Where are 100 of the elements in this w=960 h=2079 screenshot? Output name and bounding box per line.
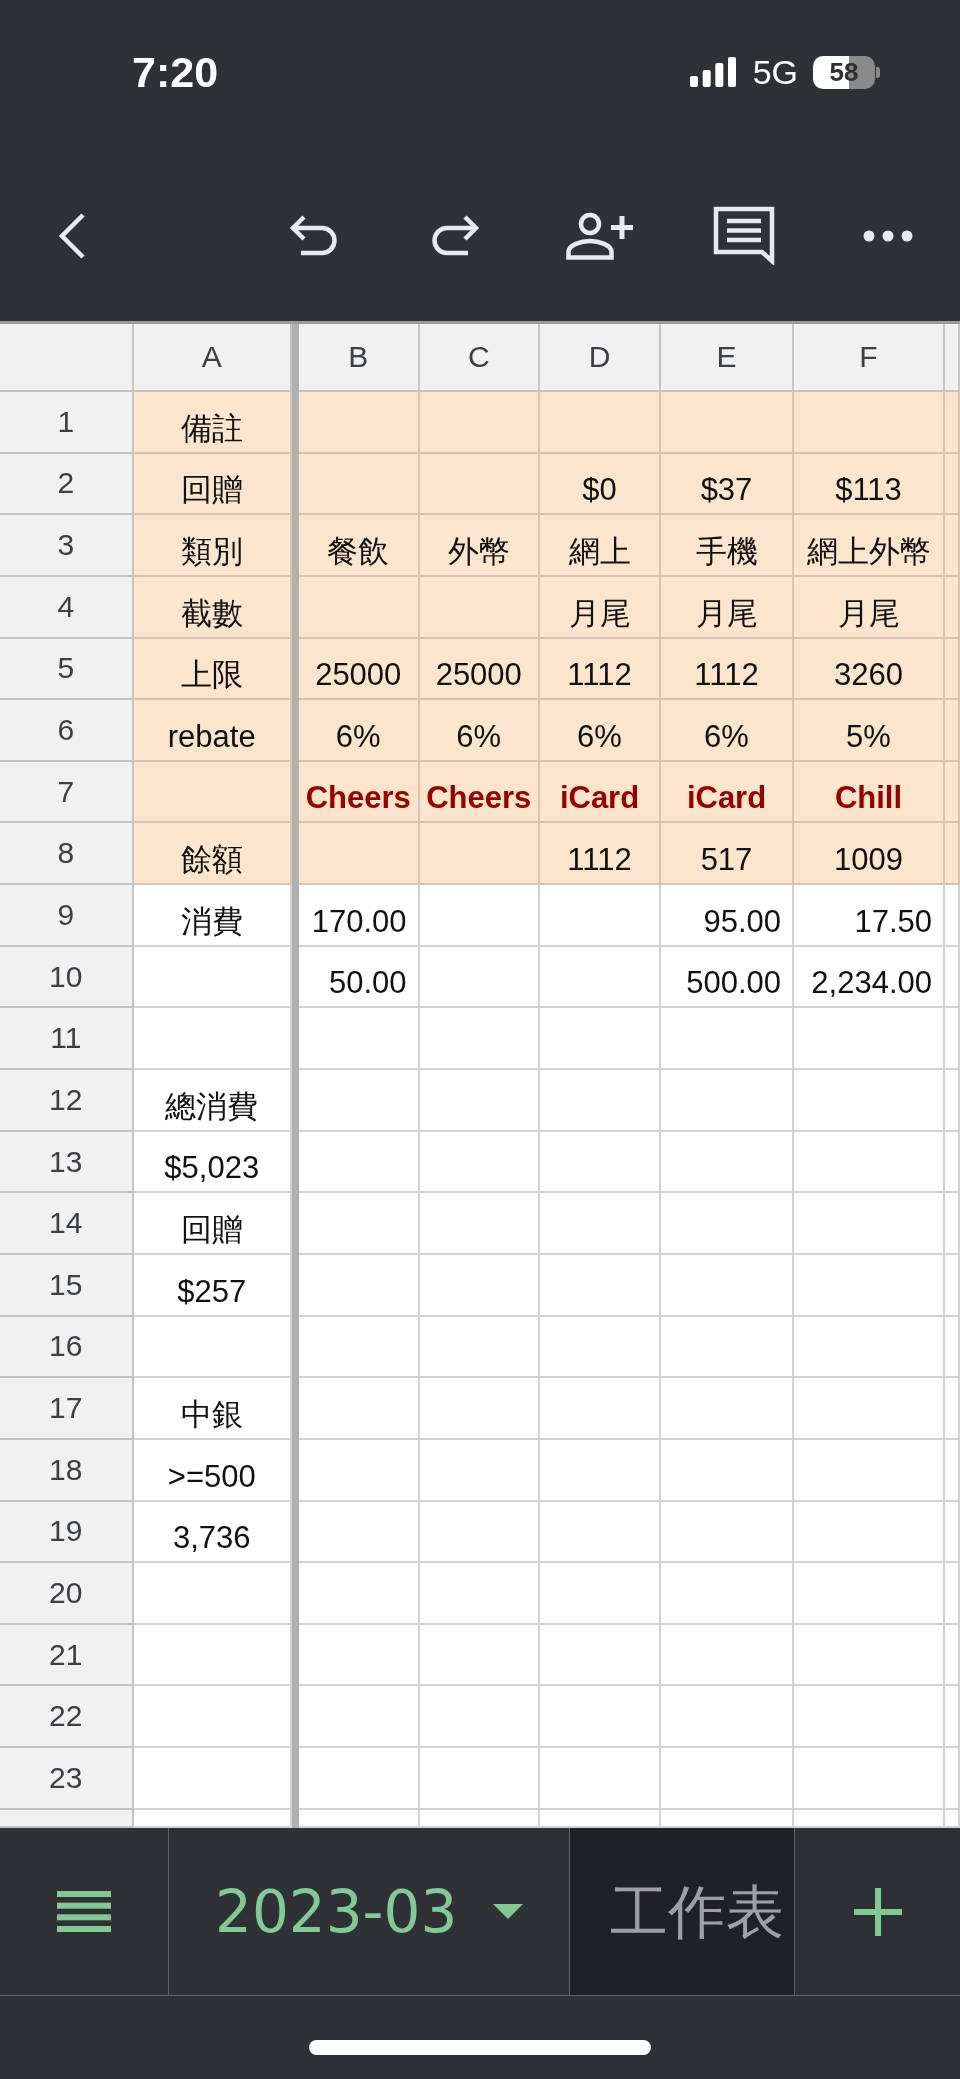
table-cell[interactable] [661,1439,794,1502]
table-cell[interactable]: 2,234.00 [794,946,945,1009]
table-cell[interactable] [540,1439,661,1502]
table-cell[interactable] [661,1563,794,1625]
table-cell[interactable] [794,1070,945,1132]
column-header[interactable]: E [661,324,794,392]
row-header[interactable]: 18 [0,1439,134,1502]
row-header[interactable]: 12 [0,1070,134,1132]
table-cell[interactable] [945,1316,960,1379]
table-cell[interactable] [661,1316,794,1379]
table-cell[interactable] [945,885,960,947]
table-cell[interactable]: $113 [794,453,945,516]
table-cell[interactable] [419,1501,540,1564]
table-cell[interactable] [794,1193,945,1255]
table-cell[interactable] [299,1624,420,1687]
table-cell[interactable]: 備註 [133,392,292,454]
table-cell[interactable] [540,1748,661,1810]
table-cell[interactable] [540,1070,661,1132]
table-cell[interactable] [794,1439,945,1502]
chevron-left-icon[interactable] [58,212,86,259]
row-header[interactable]: 1 [0,392,134,454]
table-cell[interactable] [945,1193,960,1255]
table-cell[interactable]: 網上外幣 [794,515,945,577]
table-cell[interactable] [945,453,960,516]
table-cell[interactable] [419,576,540,639]
plus-icon[interactable] [853,1887,902,1936]
table-cell[interactable] [661,1748,794,1810]
table-cell[interactable] [299,1563,420,1625]
table-cell[interactable]: rebate [133,700,292,762]
table-cell[interactable] [794,1748,945,1810]
table-cell[interactable] [419,1008,540,1071]
table-cell[interactable]: 外幣 [419,515,540,577]
table-cell[interactable] [133,761,292,824]
table-cell[interactable] [133,946,292,1009]
table-cell[interactable] [661,1254,794,1317]
table-cell[interactable]: 截數 [133,576,292,639]
table-cell[interactable]: $257 [133,1254,292,1317]
table-cell[interactable]: 6% [661,700,794,762]
table-cell[interactable] [540,1193,661,1255]
table-cell[interactable]: 月尾 [540,576,661,639]
table-cell[interactable] [794,1686,945,1749]
table-cell[interactable]: 手機 [661,515,794,577]
row-header[interactable]: 6 [0,700,134,762]
table-cell[interactable] [945,576,960,639]
table-cell[interactable] [540,1378,661,1440]
table-cell[interactable] [794,392,945,454]
redo-icon[interactable] [431,213,481,258]
table-cell[interactable] [299,392,420,454]
table-cell[interactable]: 6% [419,700,540,762]
table-cell[interactable] [794,1501,945,1564]
sheet-tab[interactable]: 工作表 [570,1828,796,1995]
table-cell[interactable] [661,1501,794,1564]
table-cell[interactable]: 1112 [661,638,794,701]
table-cell[interactable] [299,1131,420,1194]
table-cell[interactable] [299,1748,420,1810]
table-cell[interactable] [299,1686,420,1749]
row-header[interactable]: 19 [0,1501,134,1564]
column-header[interactable]: C [419,324,540,392]
column-header[interactable]: B [299,324,420,392]
table-cell[interactable]: 總消費 [133,1070,292,1132]
table-cell[interactable] [540,392,661,454]
table-cell[interactable] [133,1008,292,1071]
table-cell[interactable] [299,453,420,516]
column-header[interactable] [945,324,960,392]
row-header[interactable]: 22 [0,1686,134,1749]
table-cell[interactable] [133,1686,292,1749]
row-header[interactable]: 5 [0,638,134,701]
table-cell[interactable] [945,1439,960,1502]
row-header[interactable]: 13 [0,1131,134,1194]
row-header[interactable]: 8 [0,823,134,886]
table-cell[interactable] [299,1378,420,1440]
table-cell[interactable] [661,1686,794,1749]
table-cell[interactable] [945,761,960,824]
column-header[interactable]: A [133,324,292,392]
row-header[interactable]: 23 [0,1748,134,1810]
table-cell[interactable]: 月尾 [661,576,794,639]
table-cell[interactable] [540,1131,661,1194]
table-cell[interactable]: 5% [794,700,945,762]
table-cell[interactable] [794,1131,945,1194]
table-cell[interactable] [945,392,960,454]
table-cell[interactable]: 中銀 [133,1378,292,1440]
table-cell[interactable]: 517 [661,823,794,886]
table-cell[interactable]: 6% [540,700,661,762]
table-cell[interactable]: $5,023 [133,1131,292,1194]
table-cell[interactable] [133,1563,292,1625]
table-cell[interactable] [299,1439,420,1502]
table-cell[interactable]: 1112 [540,823,661,886]
table-cell[interactable] [540,1686,661,1749]
table-cell[interactable] [419,392,540,454]
comment-icon[interactable] [713,206,775,265]
table-cell[interactable]: 餘額 [133,823,292,886]
table-cell[interactable] [419,1316,540,1379]
table-cell[interactable] [661,1008,794,1071]
table-cell[interactable] [419,1131,540,1194]
table-cell[interactable]: $37 [661,453,794,516]
table-cell[interactable] [540,1563,661,1625]
header-corner[interactable] [0,324,134,392]
row-header[interactable]: 15 [0,1254,134,1317]
table-cell[interactable] [419,1254,540,1317]
table-cell[interactable] [945,1686,960,1749]
